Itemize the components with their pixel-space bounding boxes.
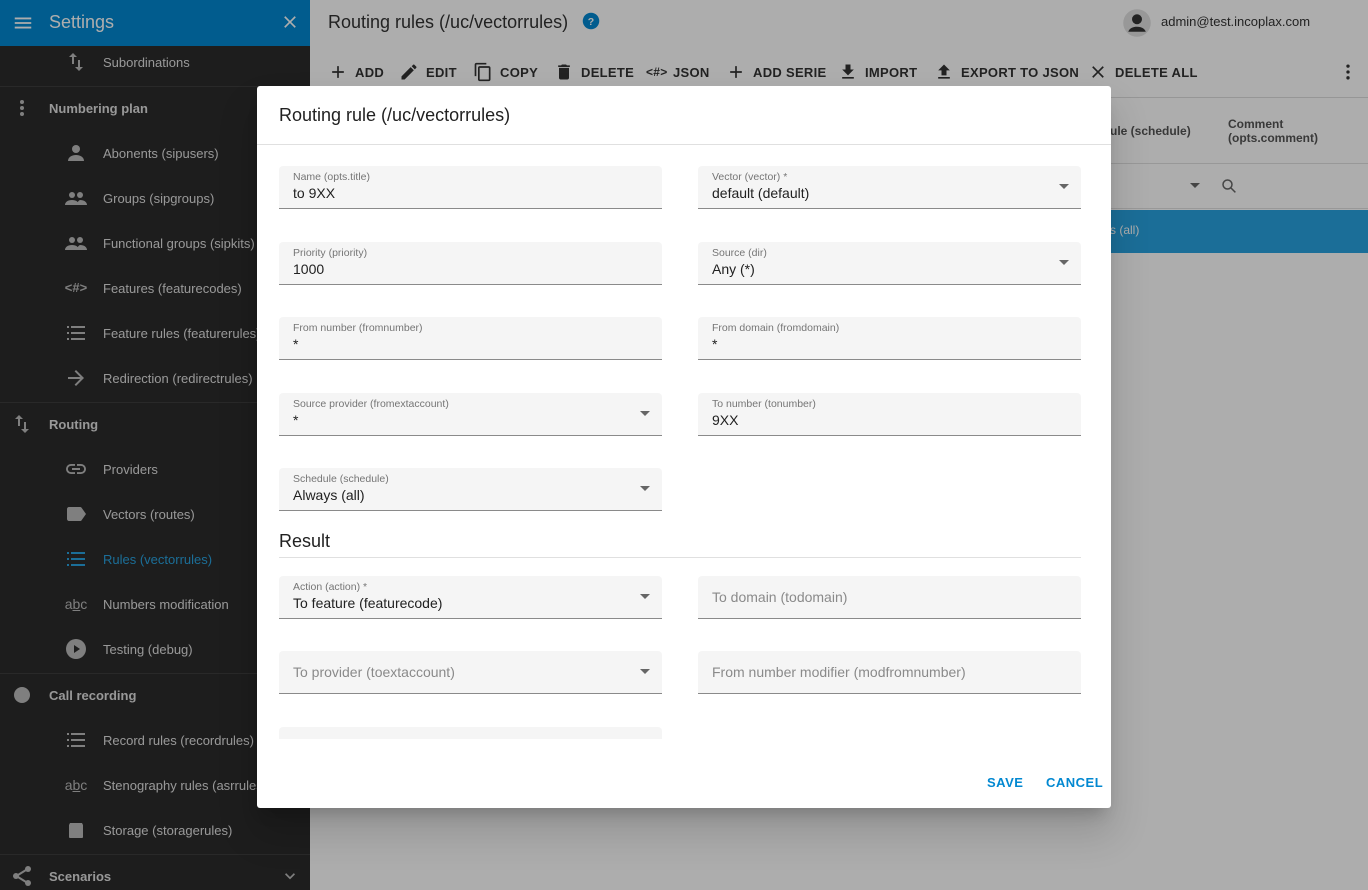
dropdown-arrow-icon (640, 594, 650, 599)
to-provider-select[interactable]: To provider (toextaccount) (279, 651, 662, 694)
name-field[interactable]: Name (opts.title) to 9XX (279, 166, 662, 209)
vector-select[interactable]: Vector (vector) * default (default) (698, 166, 1081, 209)
dialog-title: Routing rule (/uc/vectorrules) (279, 105, 511, 125)
to-domain-field[interactable]: To domain (todomain) (698, 576, 1081, 619)
from-domain-field[interactable]: From domain (fromdomain) * (698, 317, 1081, 360)
dropdown-arrow-icon (1059, 184, 1069, 189)
source-provider-select[interactable]: Source provider (fromextaccount) * (279, 393, 662, 436)
dropdown-arrow-icon (640, 486, 650, 491)
priority-field[interactable]: Priority (priority) 1000 (279, 242, 662, 285)
section-title-result: Result (279, 531, 331, 551)
cancel-button[interactable]: CANCEL (1046, 775, 1103, 790)
routing-rule-dialog: Routing rule (/uc/vectorrules) Name (opt… (257, 86, 1111, 808)
save-button[interactable]: SAVE (987, 775, 1023, 790)
schedule-select[interactable]: Schedule (schedule) Always (all) (279, 468, 662, 511)
dropdown-arrow-icon (640, 411, 650, 416)
source-select[interactable]: Source (dir) Any (*) (698, 242, 1081, 285)
dropdown-arrow-icon (640, 669, 650, 674)
to-number-field[interactable]: To number (tonumber) 9XX (698, 393, 1081, 436)
from-number-field[interactable]: From number (fromnumber) * (279, 317, 662, 360)
dropdown-arrow-icon (1059, 260, 1069, 265)
from-number-modifier-field[interactable]: From number modifier (modfromnumber) (698, 651, 1081, 694)
dialog-body: Name (opts.title) to 9XX Vector (vector)… (257, 145, 1111, 739)
action-select[interactable]: Action (action) * To feature (featurecod… (279, 576, 662, 619)
next-field-partial[interactable] (279, 727, 662, 739)
